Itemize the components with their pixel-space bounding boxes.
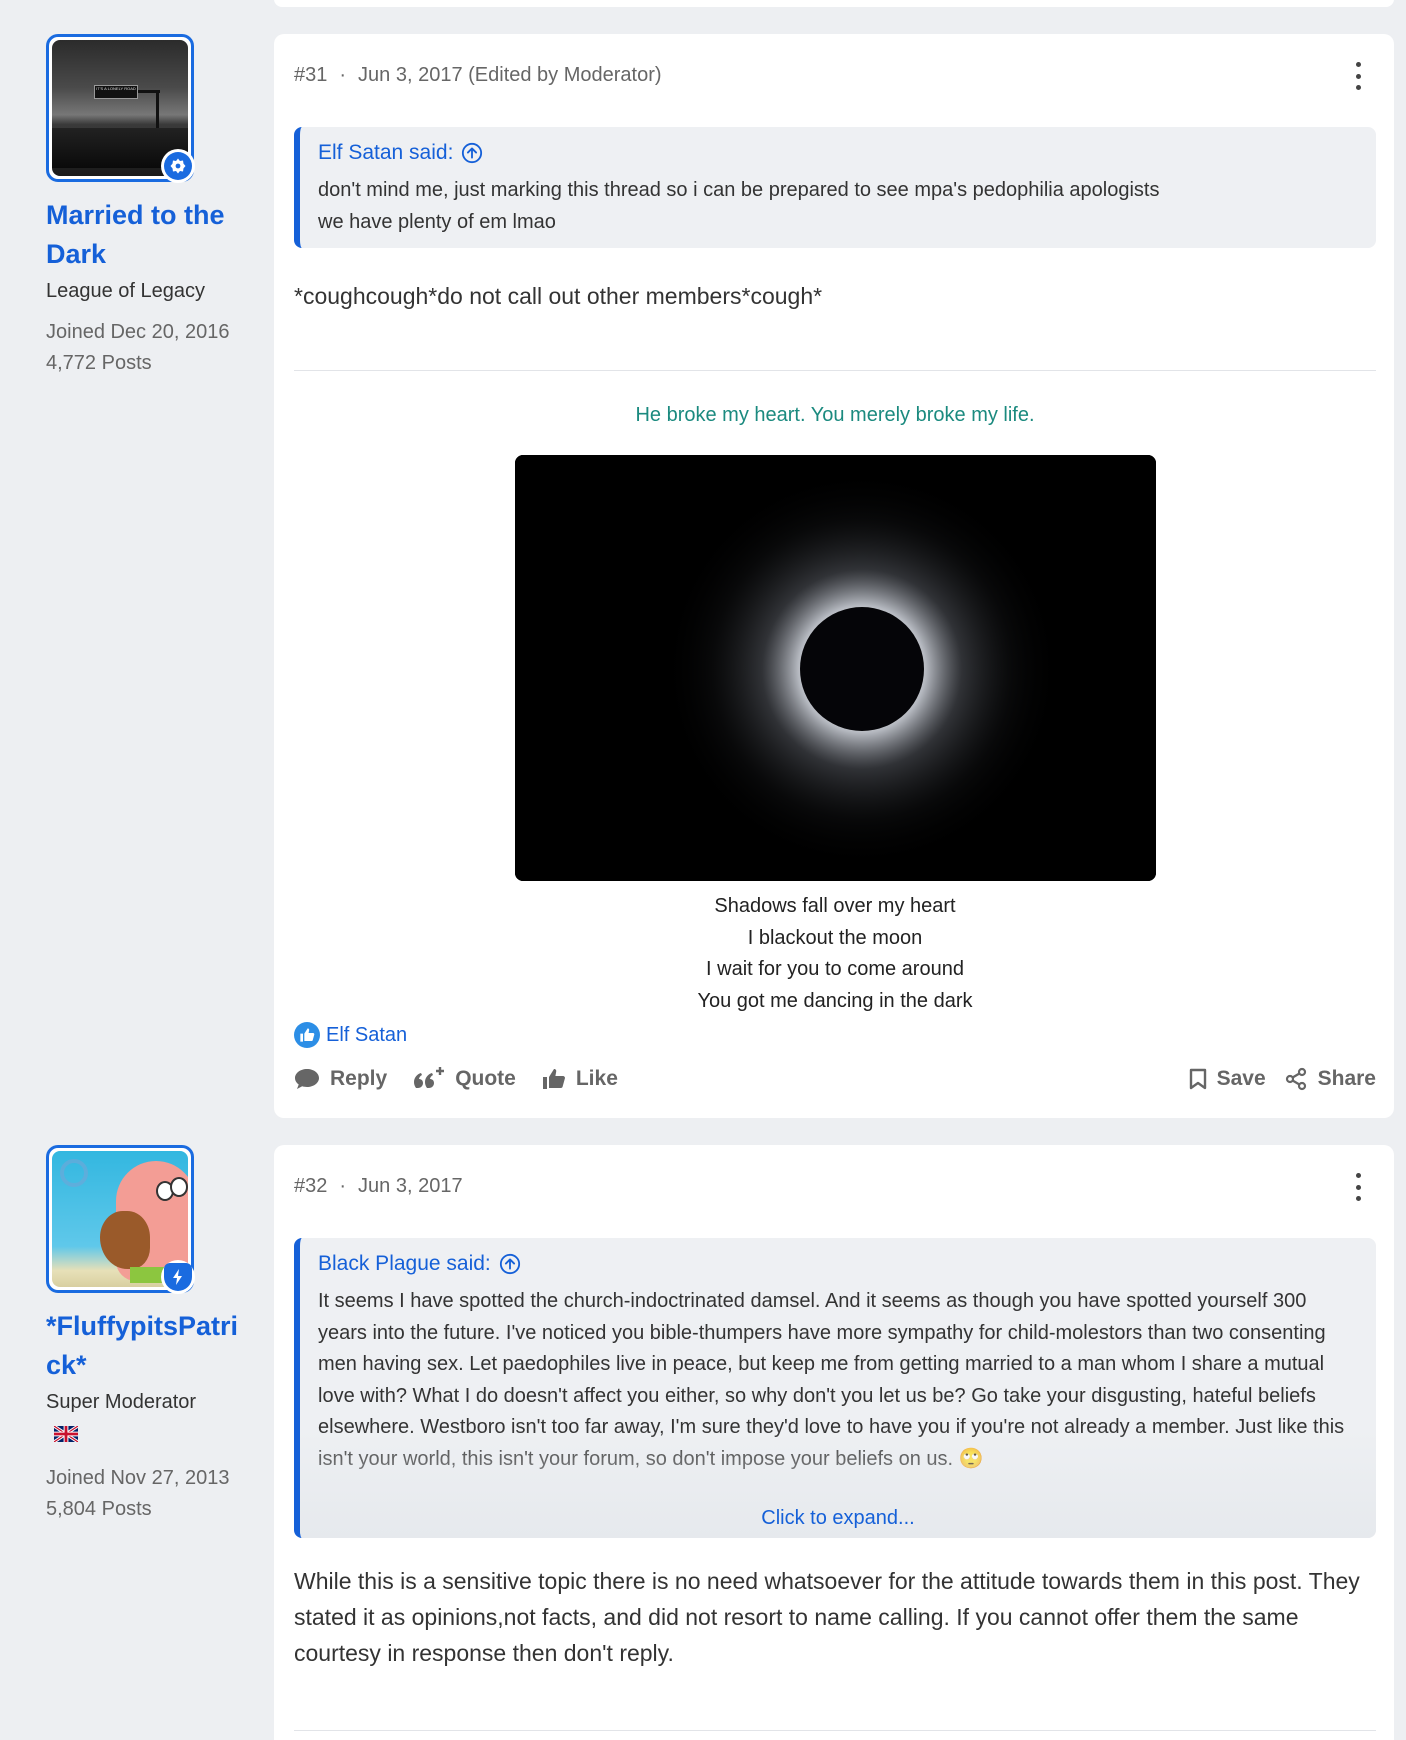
- username[interactable]: Married to the Dark: [46, 196, 246, 274]
- save-label: Save: [1216, 1067, 1266, 1090]
- share-icon: [1285, 1067, 1306, 1091]
- like-label: Like: [575, 1067, 618, 1090]
- signature-lyrics: Shadows fall over my heart I blackout th…: [294, 891, 1376, 1017]
- signature-divider: [294, 1730, 1376, 1731]
- eclipse-graphic: [514, 455, 1156, 881]
- separator: ·: [339, 1175, 347, 1197]
- eclipse-image: [514, 455, 1156, 881]
- quote-author[interactable]: Elf Satan said:: [318, 141, 453, 165]
- post-number[interactable]: #31: [294, 64, 327, 86]
- join-date: Joined Nov 27, 2013: [46, 1467, 230, 1489]
- lyric-line: I blackout the moon: [747, 926, 923, 949]
- moderator-badge-icon: [161, 1260, 195, 1294]
- post-actions: Reply Quote Like Save Share: [294, 1066, 1376, 1092]
- user-info: IT'S A LONELY ROAD Married to the Dark L…: [46, 34, 256, 379]
- reply-label: Reply: [330, 1067, 388, 1090]
- reply-icon: [295, 1069, 319, 1089]
- quote-author-link[interactable]: Elf Satan said:: [318, 141, 1358, 165]
- join-date: Joined Dec 20, 2016: [46, 321, 230, 343]
- reaction-user[interactable]: Elf Satan: [326, 1024, 407, 1047]
- user-title: Super Moderator: [46, 1391, 197, 1413]
- quote-block: Elf Satan said: don't mind me, just mark…: [294, 127, 1376, 248]
- road-sign: IT'S A LONELY ROAD: [94, 85, 138, 99]
- post-32: *FluffypitsPatrick* Super Moderator Join…: [0, 1145, 1406, 1740]
- click-to-expand[interactable]: Click to expand...: [300, 1507, 1376, 1530]
- separator: ·: [339, 64, 347, 86]
- post-number[interactable]: #32: [294, 1175, 327, 1197]
- post-header: #31 · Jun 3, 2017 (Edited by Moderator): [294, 64, 662, 87]
- jump-to-quote-icon[interactable]: [499, 1253, 521, 1275]
- user-info: *FluffypitsPatrick* Super Moderator Join…: [46, 1145, 256, 1525]
- bookmark-icon: [1189, 1068, 1206, 1090]
- username[interactable]: *FluffypitsPatrick*: [46, 1307, 246, 1385]
- like-button[interactable]: Like: [542, 1067, 618, 1091]
- post-date[interactable]: Jun 3, 2017 (Edited by Moderator): [358, 64, 662, 86]
- reactions-bar[interactable]: Elf Satan: [294, 1022, 407, 1048]
- avatar[interactable]: IT'S A LONELY ROAD: [46, 34, 195, 183]
- bubble: [60, 1159, 88, 1187]
- user-title: League of Legacy: [46, 280, 206, 302]
- quote-button[interactable]: Quote: [413, 1066, 516, 1092]
- thumbs-up-icon: [542, 1069, 565, 1089]
- avatar[interactable]: [46, 1145, 195, 1294]
- post-body: *coughcough*do not call out other member…: [294, 283, 823, 309]
- user-meta: Joined Nov 27, 2013 5,804 Posts: [46, 1463, 256, 1525]
- share-button[interactable]: Share: [1284, 1067, 1376, 1091]
- jump-to-quote-icon[interactable]: [461, 142, 483, 164]
- right-actions: Save Share: [1189, 1066, 1376, 1092]
- quote-author[interactable]: Black Plague said:: [318, 1252, 491, 1276]
- post-31: IT'S A LONELY ROAD Married to the Dark L…: [0, 34, 1406, 1118]
- quote-line: don't mind me, just marking this thread …: [318, 179, 1160, 201]
- coconut: [100, 1211, 150, 1269]
- staff-badge-icon: [161, 149, 195, 183]
- signature-title: He broke my heart. You merely broke my l…: [635, 404, 1035, 426]
- lyric-line: I wait for you to come around: [706, 958, 964, 980]
- post-date[interactable]: Jun 3, 2017: [358, 1175, 463, 1197]
- save-button[interactable]: Save: [1189, 1067, 1266, 1091]
- lyric-line: You got me dancing in the dark: [697, 989, 973, 1012]
- share-label: Share: [1317, 1067, 1376, 1090]
- quote-text: don't mind me, just marking this thread …: [318, 175, 1358, 238]
- more-options-icon[interactable]: [1352, 1173, 1364, 1201]
- post-card: #32 · Jun 3, 2017 Black Plague said: It se…: [274, 1145, 1394, 1740]
- post-card: #31 · Jun 3, 2017 (Edited by Moderator) El…: [274, 34, 1394, 1118]
- sign-arm: [138, 90, 160, 93]
- quote-label: Quote: [455, 1067, 516, 1090]
- like-reaction-icon: [294, 1022, 320, 1048]
- quote-line: we have plenty of em lmao: [318, 210, 556, 233]
- quote-author-link[interactable]: Black Plague said:: [318, 1252, 1358, 1276]
- user-meta: Joined Dec 20, 2016 4,772 Posts: [46, 317, 256, 379]
- eye: [170, 1177, 188, 1197]
- uk-flag-icon: [53, 1424, 79, 1444]
- quote-icon: [414, 1067, 445, 1088]
- reply-button[interactable]: Reply: [294, 1067, 387, 1091]
- signature: He broke my heart. You merely broke my l…: [294, 404, 1376, 1045]
- post-header: #32 · Jun 3, 2017: [294, 1175, 463, 1198]
- quote-block: Black Plague said: It seems I have spott…: [294, 1238, 1376, 1538]
- lyric-line: Shadows fall over my heart: [714, 895, 956, 917]
- post-count: 4,772 Posts: [46, 352, 152, 374]
- post-body: While this is a sensitive topic there is…: [294, 1568, 1360, 1666]
- previous-post-card: [274, 0, 1394, 7]
- left-actions: Reply Quote Like: [294, 1066, 618, 1092]
- more-options-icon[interactable]: [1352, 62, 1364, 90]
- signature-divider: [294, 370, 1376, 371]
- post-count: 5,804 Posts: [46, 1498, 152, 1520]
